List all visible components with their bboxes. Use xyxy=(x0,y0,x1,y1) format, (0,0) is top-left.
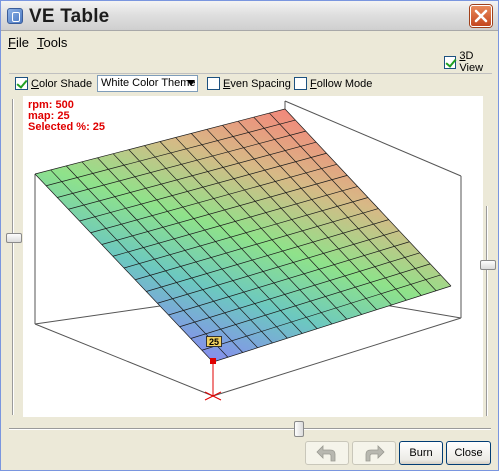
view-3d-checkbox[interactable] xyxy=(444,55,457,69)
box-edge xyxy=(34,323,214,397)
close-button[interactable]: Close xyxy=(446,441,491,465)
even-spacing-checkbox[interactable] xyxy=(207,77,220,90)
menu-bar: File Tools xyxy=(1,32,498,52)
bottom-slider-track[interactable] xyxy=(9,428,491,430)
ve-surface-chart[interactable] xyxy=(23,96,483,417)
burn-button[interactable]: Burn xyxy=(399,441,443,465)
dropdown-arrow-icon xyxy=(187,80,195,86)
bottom-slider-thumb[interactable] xyxy=(294,421,304,437)
ve-table-window: VE Table File Tools 3D View Color Shade … xyxy=(0,0,499,471)
selected-readout: Selected %: 25 xyxy=(28,121,106,133)
view-3d-label: 3D View xyxy=(459,50,484,74)
right-slider-track[interactable] xyxy=(486,206,488,416)
undo-button[interactable] xyxy=(305,441,349,465)
color-theme-value: White Color Theme xyxy=(101,77,196,89)
left-slider-track[interactable] xyxy=(12,99,14,415)
color-theme-select[interactable]: White Color Theme xyxy=(97,75,198,92)
title-bar[interactable]: VE Table xyxy=(1,1,498,31)
follow-mode-label: Follow Mode xyxy=(310,77,373,90)
menu-file[interactable]: File xyxy=(8,35,29,50)
plot-toolbar: Color Shade White Color Theme Even Spaci… xyxy=(9,73,492,93)
redo-icon xyxy=(365,445,385,462)
color-shade-checkbox[interactable] xyxy=(15,77,28,90)
close-window-button[interactable] xyxy=(470,5,492,27)
even-spacing-label: Even Spacing xyxy=(223,77,291,90)
undo-icon xyxy=(316,445,336,462)
app-icon xyxy=(7,8,23,24)
follow-mode-toggle[interactable]: Follow Mode xyxy=(294,77,372,90)
selected-cell-label: 25 xyxy=(206,336,222,347)
burn-label: Burn xyxy=(409,447,433,459)
color-shade-toggle[interactable]: Color Shade xyxy=(15,77,92,90)
window-title: VE Table xyxy=(29,6,110,27)
follow-mode-checkbox[interactable] xyxy=(294,77,307,90)
right-slider-thumb[interactable] xyxy=(480,260,496,270)
redo-button[interactable] xyxy=(352,441,396,465)
even-spacing-toggle[interactable]: Even Spacing xyxy=(207,77,291,90)
ve-surface xyxy=(34,108,452,363)
close-label: Close xyxy=(454,447,483,459)
color-shade-label: Color Shade xyxy=(31,77,93,90)
ve-3d-plot[interactable]: rpm: 500 map: 25 Selected %: 25 25 xyxy=(23,96,483,417)
selection-cursor xyxy=(204,358,222,401)
view-3d-toggle[interactable]: 3D View xyxy=(444,50,498,74)
left-slider-thumb[interactable] xyxy=(6,233,22,243)
close-icon xyxy=(474,9,488,23)
cursor-point xyxy=(210,358,216,364)
menu-tools[interactable]: Tools xyxy=(37,35,67,50)
